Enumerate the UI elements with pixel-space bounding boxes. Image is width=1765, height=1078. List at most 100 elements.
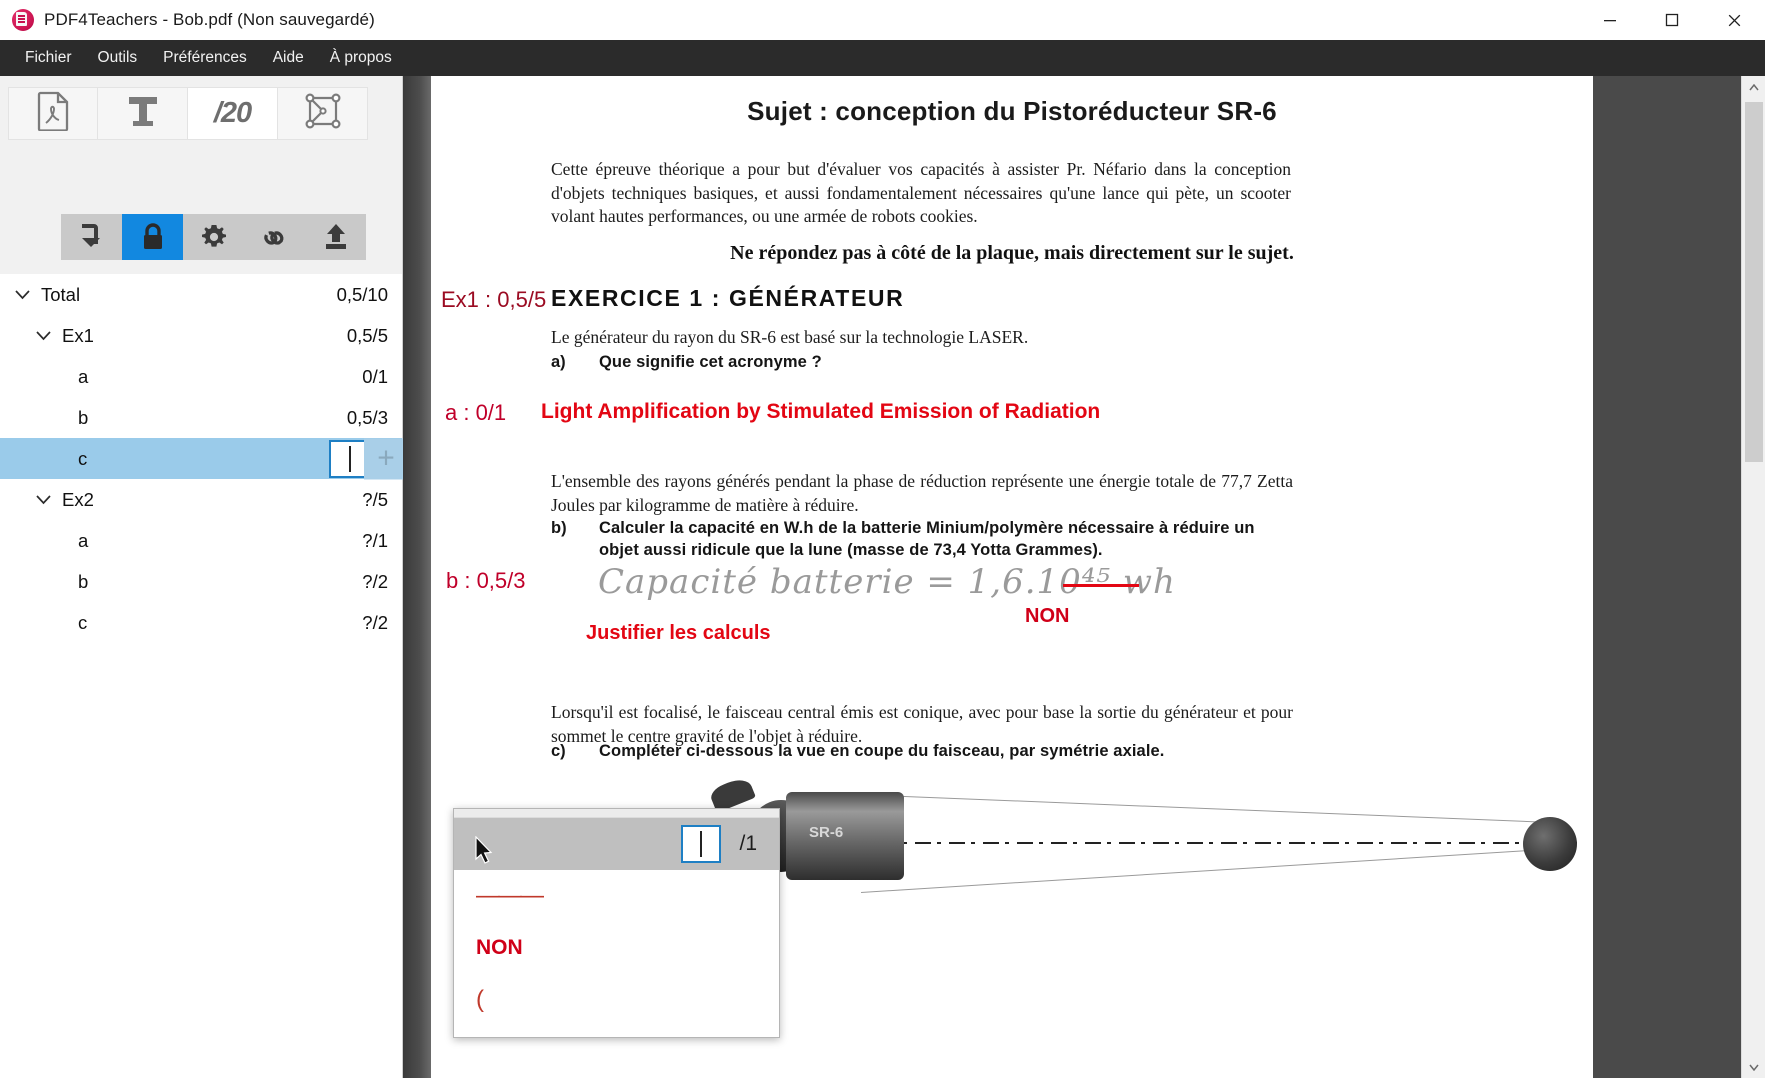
scroll-up-icon[interactable] bbox=[1742, 76, 1765, 98]
annotation-non[interactable]: NON bbox=[1025, 605, 1069, 628]
popup-topbar bbox=[454, 809, 779, 818]
vector-shape-icon bbox=[304, 92, 342, 135]
annotation-ex1-grade[interactable]: Ex1 : 0,5/5 bbox=[441, 287, 546, 313]
popup-grade-suffix: /1 bbox=[739, 832, 757, 855]
popup-item-grade-entry[interactable]: /1 bbox=[454, 818, 779, 870]
menu-apropos[interactable]: À propos bbox=[319, 45, 403, 71]
tree-label: b bbox=[78, 406, 89, 428]
text-caret bbox=[348, 445, 351, 472]
tree-value: ?/1 bbox=[362, 529, 388, 551]
left-panel: /20 Total 0,5/10 Ex1 0,5/5 a 0/1 b 0,5/3… bbox=[0, 76, 408, 1078]
tree-row-ex2-c[interactable]: c ?/2 bbox=[0, 602, 402, 643]
chevron-down-icon[interactable] bbox=[12, 285, 32, 305]
shapes-tab[interactable] bbox=[278, 87, 368, 140]
page-title: Sujet : conception du Pistoréducteur SR-… bbox=[747, 96, 1277, 126]
tree-value: 0,5/3 bbox=[346, 406, 388, 428]
tree-value: 0,5/10 bbox=[336, 283, 388, 305]
paragraph-energy: L'ensemble des rayons générés pendant la… bbox=[551, 471, 1293, 515]
tree-label: a bbox=[78, 529, 89, 551]
scroll-down-icon[interactable] bbox=[1742, 1056, 1765, 1078]
menu-fichier[interactable]: Fichier bbox=[14, 45, 83, 71]
tree-label: c bbox=[78, 611, 88, 633]
question-a-text: Que signifie cet acronyme ? bbox=[599, 353, 822, 371]
window-title: PDF4Teachers - Bob.pdf (Non sauvegardé) bbox=[44, 10, 375, 29]
tree-row-ex2-a[interactable]: a ?/1 bbox=[0, 520, 402, 561]
menu-preferences[interactable]: Préférences bbox=[152, 45, 258, 71]
paragraph-warning: Ne répondez pas à côté de la plaque, mai… bbox=[730, 242, 1294, 264]
annotation-strikethrough bbox=[1063, 584, 1139, 587]
tree-value: 0/1 bbox=[362, 365, 388, 387]
question-b-text-line1: Calculer la capacité en W.h de la batter… bbox=[599, 519, 1255, 537]
link-icon[interactable] bbox=[244, 214, 305, 260]
rocket-body bbox=[786, 792, 904, 880]
question-c-letter: c) bbox=[551, 742, 566, 760]
popup-item-label: ( bbox=[476, 986, 484, 1013]
question-a-letter: a) bbox=[551, 353, 566, 371]
tree-row-ex1-a[interactable]: a 0/1 bbox=[0, 356, 402, 397]
mouse-cursor-icon bbox=[474, 835, 494, 872]
gear-icon[interactable] bbox=[183, 214, 244, 260]
exercise1-heading: EXERCICE 1 : GÉNÉRATEUR bbox=[551, 285, 905, 311]
tree-label: a bbox=[78, 365, 89, 387]
annotation-a-answer[interactable]: Light Amplification by Stimulated Emissi… bbox=[541, 400, 1100, 424]
tree-value: ?/2 bbox=[362, 611, 388, 633]
scrollbar-thumb[interactable] bbox=[1745, 102, 1763, 462]
popup-item-paren[interactable]: ( bbox=[454, 974, 779, 1026]
annotation-justifier[interactable]: Justifier les calculs bbox=[586, 622, 771, 645]
text-T-icon bbox=[125, 92, 161, 135]
tree-label: Total bbox=[41, 283, 81, 305]
menu-outils[interactable]: Outils bbox=[87, 45, 149, 71]
pdf-page[interactable]: Sujet : conception du Pistoréducteur SR-… bbox=[431, 76, 1593, 1078]
tree-row-ex2-b[interactable]: b ?/2 bbox=[0, 561, 402, 602]
menubar: Fichier Outils Préférences Aide À propos bbox=[0, 40, 1765, 76]
add-grade-button[interactable]: + bbox=[364, 438, 408, 479]
chevron-down-icon[interactable] bbox=[33, 326, 53, 346]
popup-item-label: ——— bbox=[476, 882, 544, 909]
tree-row-ex1-b[interactable]: b 0,5/3 bbox=[0, 397, 402, 438]
grade-tab-label: /20 bbox=[213, 97, 252, 129]
popup-item-label: NON bbox=[476, 936, 523, 959]
maximize-icon[interactable] bbox=[1641, 0, 1703, 40]
text-tab[interactable] bbox=[98, 87, 188, 140]
window-controls bbox=[1579, 0, 1765, 40]
tree-value: 0,5/5 bbox=[346, 324, 388, 346]
tree-label: Ex1 bbox=[62, 324, 94, 346]
tree-row-ex1-c[interactable]: c /1 + bbox=[0, 438, 408, 479]
export-upload-icon[interactable] bbox=[305, 214, 366, 260]
toolbar-tabstrip: /20 bbox=[8, 87, 368, 140]
vertical-scrollbar[interactable] bbox=[1741, 76, 1765, 1078]
viewer-background-right bbox=[1593, 76, 1741, 1078]
lock-icon[interactable] bbox=[122, 214, 183, 260]
grades-tab[interactable]: /20 bbox=[188, 87, 278, 140]
annotation-popup-menu[interactable]: /1 ——— NON ( bbox=[453, 808, 780, 1038]
moon-target bbox=[1523, 817, 1577, 871]
tree-label: Ex2 bbox=[62, 488, 94, 510]
insert-down-icon[interactable] bbox=[61, 214, 122, 260]
popup-item-non[interactable]: NON bbox=[454, 922, 779, 974]
rocket-beam-illustration: SR-6 bbox=[691, 775, 1591, 972]
toolbar-actions bbox=[61, 214, 366, 260]
tree-label: b bbox=[78, 570, 89, 592]
close-icon[interactable] bbox=[1703, 0, 1765, 40]
paragraph-intro: Cette épreuve théorique a pour but d'éva… bbox=[551, 159, 1291, 227]
pdf4teachers-app-icon bbox=[12, 9, 34, 31]
minimize-icon[interactable] bbox=[1579, 0, 1641, 40]
question-b-text-line2: objet aussi ridicule que la lune (masse … bbox=[599, 541, 1103, 559]
page-shadow-left bbox=[403, 76, 431, 1078]
pdf-tab[interactable] bbox=[8, 87, 98, 140]
tree-row-total[interactable]: Total 0,5/10 bbox=[0, 274, 402, 315]
question-c-text: Compléter ci-dessous la vue en coupe du … bbox=[599, 742, 1165, 760]
menu-aide[interactable]: Aide bbox=[262, 45, 315, 71]
text-caret bbox=[700, 831, 702, 857]
chevron-down-icon[interactable] bbox=[33, 490, 53, 510]
grades-tree: Total 0,5/10 Ex1 0,5/5 a 0/1 b 0,5/3 c /… bbox=[0, 274, 408, 1078]
annotation-a-grade[interactable]: a : 0/1 bbox=[445, 400, 506, 426]
document-viewer[interactable]: Sujet : conception du Pistoréducteur SR-… bbox=[403, 76, 1765, 1078]
tree-row-ex2[interactable]: Ex2 ?/5 bbox=[0, 479, 402, 520]
tree-value: ?/5 bbox=[362, 488, 388, 510]
popup-grade-input[interactable] bbox=[681, 825, 721, 863]
question-b-letter: b) bbox=[551, 519, 567, 537]
popup-item-dash[interactable]: ——— bbox=[454, 870, 779, 922]
tree-row-ex1[interactable]: Ex1 0,5/5 bbox=[0, 315, 402, 356]
annotation-b-grade[interactable]: b : 0,5/3 bbox=[446, 568, 526, 594]
